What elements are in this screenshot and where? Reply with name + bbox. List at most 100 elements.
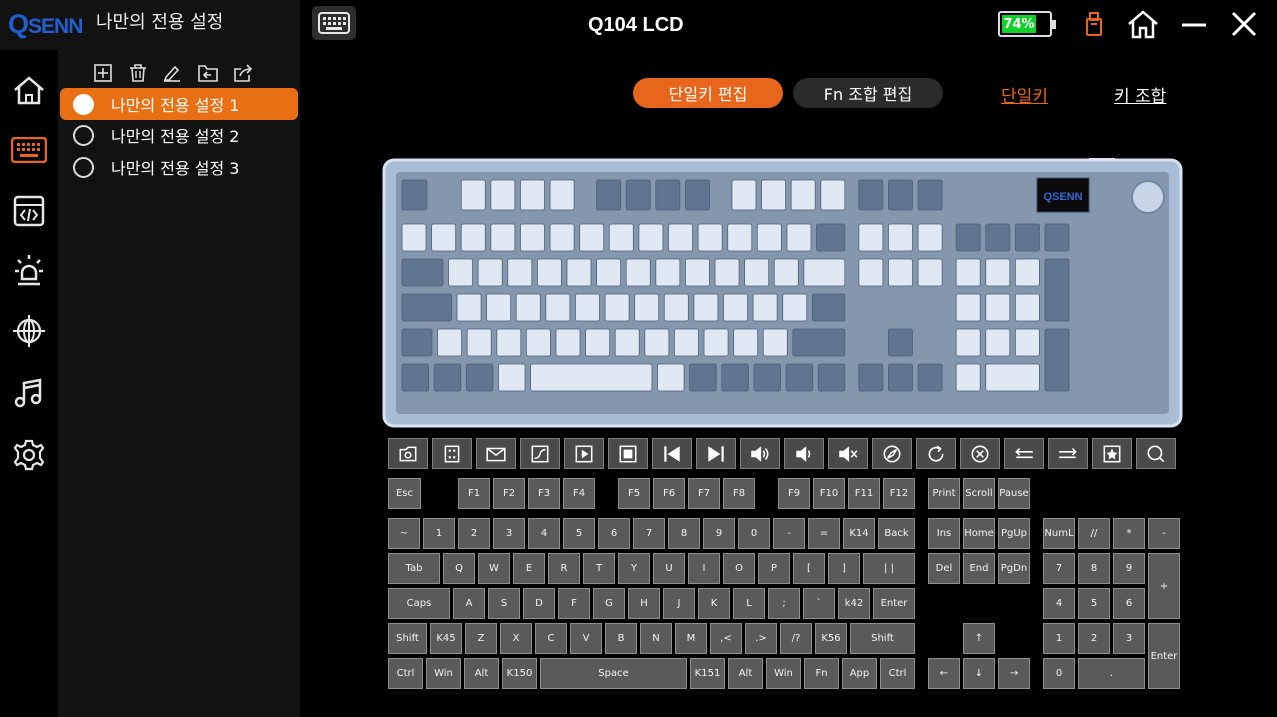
key-f[interactable]: F bbox=[558, 588, 590, 619]
key-pipe[interactable]: | | bbox=[863, 553, 915, 584]
key-lwin[interactable]: Win bbox=[426, 658, 461, 689]
calculator-button[interactable] bbox=[432, 438, 472, 469]
profile-item-3[interactable]: 나만의 전용 설정 3 bbox=[60, 151, 298, 183]
key-f10[interactable]: F10 bbox=[813, 478, 845, 509]
key-equal[interactable]: = bbox=[808, 518, 840, 549]
minimize-button[interactable] bbox=[1176, 6, 1212, 42]
key-fn[interactable]: Fn bbox=[804, 658, 839, 689]
tab-fn-combo-edit[interactable]: Fn 조합 편집 bbox=[793, 78, 943, 108]
key-c[interactable]: C bbox=[535, 623, 567, 654]
key-s[interactable]: S bbox=[488, 588, 520, 619]
key-up[interactable]: ↑ bbox=[963, 623, 995, 654]
key-end[interactable]: End bbox=[963, 553, 995, 584]
back-arrow-button[interactable] bbox=[1004, 438, 1044, 469]
key-n6[interactable]: 6 bbox=[598, 518, 630, 549]
key-numl[interactable]: NumL bbox=[1043, 518, 1075, 549]
key-f7[interactable]: F7 bbox=[688, 478, 720, 509]
key-kp3[interactable]: 3 bbox=[1113, 623, 1145, 654]
key-kp2[interactable]: 2 bbox=[1078, 623, 1110, 654]
usb-button[interactable] bbox=[1076, 6, 1112, 42]
key-back[interactable]: Back bbox=[878, 518, 915, 549]
key-lctrl[interactable]: Ctrl bbox=[388, 658, 423, 689]
key-kp9[interactable]: 9 bbox=[1113, 553, 1145, 584]
key-slash[interactable]: /? bbox=[780, 623, 812, 654]
key-scroll[interactable]: Scroll bbox=[963, 478, 995, 509]
stop-circle-button[interactable] bbox=[960, 438, 1000, 469]
key-kp4[interactable]: 4 bbox=[1043, 588, 1075, 619]
key-k45[interactable]: K45 bbox=[430, 623, 462, 654]
key-f11[interactable]: F11 bbox=[848, 478, 880, 509]
key-b[interactable]: B bbox=[605, 623, 637, 654]
key-kp6[interactable]: 6 bbox=[1113, 588, 1145, 619]
key-y[interactable]: Y bbox=[618, 553, 650, 584]
key-right[interactable]: → bbox=[998, 658, 1030, 689]
compass-button[interactable] bbox=[872, 438, 912, 469]
key-n1[interactable]: 1 bbox=[423, 518, 455, 549]
key-k[interactable]: K bbox=[698, 588, 730, 619]
key-n[interactable]: N bbox=[640, 623, 672, 654]
key-period[interactable]: .> bbox=[745, 623, 777, 654]
folder-camera-button[interactable] bbox=[388, 438, 428, 469]
key-f1[interactable]: F1 bbox=[458, 478, 490, 509]
nav-network[interactable] bbox=[9, 311, 49, 351]
favorite-button[interactable] bbox=[1092, 438, 1132, 469]
key-w[interactable]: W bbox=[478, 553, 510, 584]
rename-profile-button[interactable] bbox=[161, 62, 183, 84]
profile-item-2[interactable]: 나만의 전용 설정 2 bbox=[60, 119, 298, 151]
key-rshift[interactable]: Shift bbox=[850, 623, 915, 654]
key-a[interactable]: A bbox=[453, 588, 485, 619]
key-k151[interactable]: K151 bbox=[690, 658, 725, 689]
volume-up-button[interactable] bbox=[740, 438, 780, 469]
key-i[interactable]: I bbox=[688, 553, 720, 584]
key-n0[interactable]: 0 bbox=[738, 518, 770, 549]
mute-button[interactable] bbox=[828, 438, 868, 469]
nav-home[interactable] bbox=[9, 70, 49, 110]
key-kpdot[interactable]: . bbox=[1078, 658, 1145, 689]
key-tab[interactable]: Tab bbox=[388, 553, 440, 584]
nav-keyboard[interactable] bbox=[9, 130, 49, 170]
nav-lighting[interactable] bbox=[9, 251, 49, 291]
mail-button[interactable] bbox=[476, 438, 516, 469]
key-print[interactable]: Print bbox=[928, 478, 960, 509]
key-g[interactable]: G bbox=[593, 588, 625, 619]
key-r[interactable]: R bbox=[548, 553, 580, 584]
key-space[interactable]: Space bbox=[540, 658, 687, 689]
key-p[interactable]: P bbox=[758, 553, 790, 584]
key-o[interactable]: O bbox=[723, 553, 755, 584]
key-pgdn[interactable]: PgDn bbox=[998, 553, 1030, 584]
key-semi[interactable]: ; bbox=[768, 588, 800, 619]
key-f6[interactable]: F6 bbox=[653, 478, 685, 509]
key-l[interactable]: L bbox=[733, 588, 765, 619]
key-left[interactable]: ← bbox=[928, 658, 960, 689]
key-tilde[interactable]: ~ bbox=[388, 518, 420, 549]
home-button[interactable] bbox=[1125, 6, 1161, 42]
key-comma[interactable]: ,< bbox=[710, 623, 742, 654]
volume-down-button[interactable] bbox=[784, 438, 824, 469]
key-rwin[interactable]: Win bbox=[766, 658, 801, 689]
key-quote[interactable]: ` bbox=[803, 588, 835, 619]
key-rctrl[interactable]: Ctrl bbox=[880, 658, 915, 689]
next-track-button[interactable] bbox=[696, 438, 736, 469]
key-k56[interactable]: K56 bbox=[815, 623, 847, 654]
search-button[interactable] bbox=[1136, 438, 1176, 469]
key-kpslash[interactable]: // bbox=[1078, 518, 1110, 549]
key-kp7[interactable]: 7 bbox=[1043, 553, 1075, 584]
key-u[interactable]: U bbox=[653, 553, 685, 584]
key-n4[interactable]: 4 bbox=[528, 518, 560, 549]
key-n5[interactable]: 5 bbox=[563, 518, 595, 549]
previous-track-button[interactable] bbox=[652, 438, 692, 469]
key-k150[interactable]: K150 bbox=[502, 658, 537, 689]
add-profile-button[interactable] bbox=[92, 62, 114, 84]
key-z[interactable]: Z bbox=[465, 623, 497, 654]
key-k14[interactable]: K14 bbox=[843, 518, 875, 549]
key-pgup[interactable]: PgUp bbox=[998, 518, 1030, 549]
key-n2[interactable]: 2 bbox=[458, 518, 490, 549]
key-x[interactable]: X bbox=[500, 623, 532, 654]
key-down[interactable]: ↓ bbox=[963, 658, 995, 689]
key-app[interactable]: App bbox=[842, 658, 877, 689]
key-f3[interactable]: F3 bbox=[528, 478, 560, 509]
keyboard-tab[interactable] bbox=[312, 6, 356, 40]
key-n8[interactable]: 8 bbox=[668, 518, 700, 549]
key-kpenter[interactable]: Enter bbox=[1148, 623, 1180, 689]
key-lbr[interactable]: [ bbox=[793, 553, 825, 584]
